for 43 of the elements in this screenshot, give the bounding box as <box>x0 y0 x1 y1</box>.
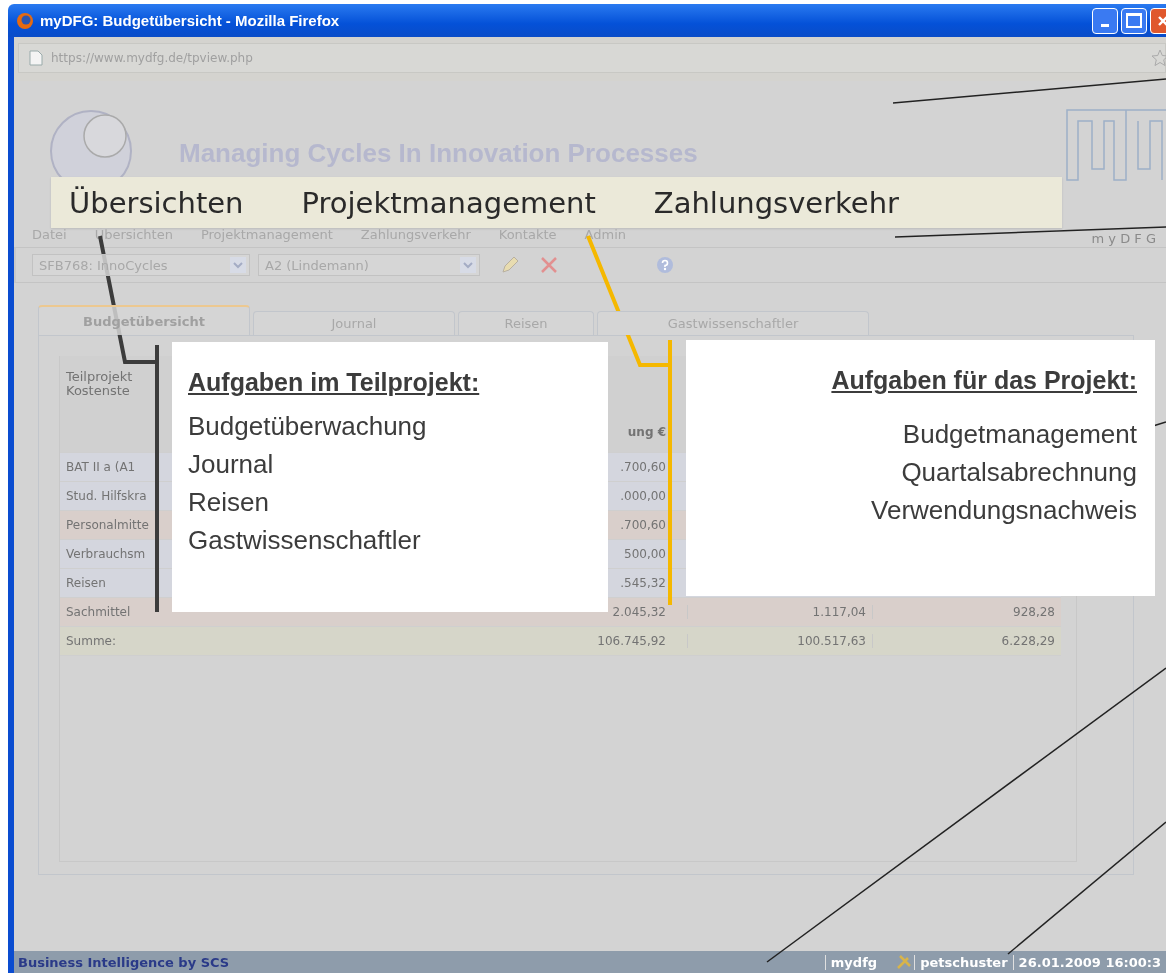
delete-icon[interactable] <box>540 256 558 274</box>
callout-heading: Aufgaben im Teilprojekt: <box>188 368 480 397</box>
table-cell: Personalmitte <box>66 518 149 532</box>
caret-icon <box>460 257 476 273</box>
leader-line <box>1152 421 1166 427</box>
table-cell: Sachmittel <box>66 605 131 619</box>
pencil-icon[interactable] <box>500 255 520 275</box>
star-icon[interactable] <box>1151 49 1166 67</box>
callout-item: Quartalsabrechnung <box>901 456 1137 489</box>
browser-logo-icon <box>16 11 34 30</box>
maximize-button[interactable] <box>1121 7 1147 34</box>
table-cell: Reisen <box>66 576 106 590</box>
caret-icon <box>230 257 246 273</box>
table-cell: 106.745,92 <box>500 634 688 648</box>
tools-icon <box>896 954 913 970</box>
address-field[interactable]: https://www.mydfg.de/tpview.php <box>18 43 1166 73</box>
table-cell: Summe: <box>66 634 117 648</box>
table-cell: Verbrauchsm <box>66 547 146 561</box>
close-icon <box>1157 14 1166 27</box>
help-icon[interactable] <box>656 256 674 274</box>
table-cell: 1.117,04 <box>688 605 873 619</box>
status-app: mydfg <box>824 954 883 970</box>
table-cell: BAT II a (A1 <box>66 460 136 474</box>
callout-item: Journal <box>188 448 274 481</box>
minimize-button[interactable] <box>1092 7 1118 34</box>
status-user: petschuster <box>914 954 1013 970</box>
table-cell: 100.517,63 <box>688 634 873 648</box>
callout-item: Reisen <box>188 486 269 519</box>
status-datetime: 26.01.2009 16:00:3 <box>1012 954 1166 970</box>
info-label: Kostenste <box>66 383 130 398</box>
page-icon <box>29 50 43 66</box>
status-text: Business Intelligence by SCS <box>18 954 230 970</box>
callout-item: Budgetüberwachung <box>188 410 427 443</box>
callout-heading: Aufgaben für das Projekt: <box>831 366 1137 395</box>
table-cell-text: 928,28 <box>1012 605 1056 619</box>
brand-text: m y D F G <box>1091 231 1156 246</box>
table-cell: Stud. Hilfskra <box>66 489 147 503</box>
callout-item: Verwendungsnachweis <box>871 494 1137 527</box>
callout-item: Gastwissenschaftler <box>188 524 421 557</box>
window-title: myDFG: Budgetübersicht - Mozilla Firefox <box>40 12 340 29</box>
table-cell-text: 6.228,29 <box>1000 634 1056 648</box>
callout-item: Budgetmanagement <box>902 418 1137 451</box>
info-label: Teilprojekt <box>66 369 133 384</box>
